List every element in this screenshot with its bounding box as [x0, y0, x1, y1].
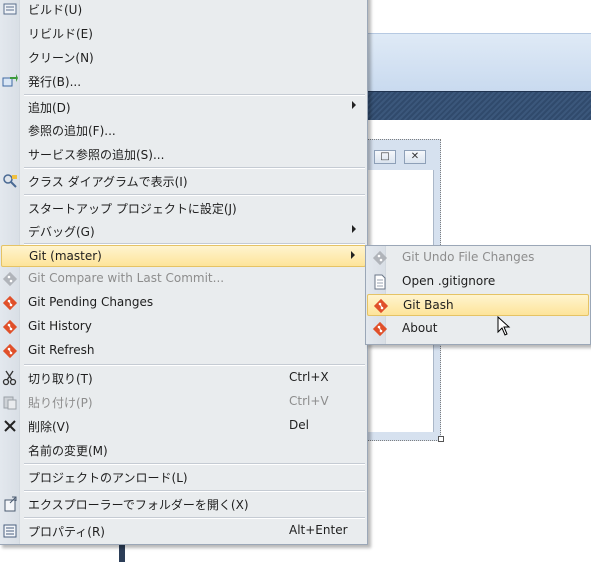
menu-item-label: リビルド(E)	[28, 27, 93, 41]
menu-item-label: Git Refresh	[28, 343, 95, 357]
git-icon	[2, 271, 18, 287]
submenu-arrow-icon	[352, 225, 356, 233]
menu-separator	[24, 167, 365, 169]
menu-item-label: デバッグ(G)	[28, 225, 95, 239]
menu-item-label: Git (master)	[29, 249, 102, 263]
git-icon	[2, 319, 18, 335]
menu-separator	[24, 463, 365, 465]
menu-item-properties[interactable]: プロパティ(R) Alt+Enter	[1, 520, 366, 542]
git-icon	[2, 343, 18, 359]
menu-item-label: 貼り付け(P)	[28, 396, 93, 410]
paste-icon	[3, 396, 17, 410]
menu-item-build[interactable]: ビルド(U)	[1, 0, 366, 20]
submenu-item-git-undo-file-changes[interactable]: Git Undo File Changes	[367, 247, 589, 269]
menu-item-label: 追加(D)	[28, 101, 71, 115]
shortcut-label: Del	[289, 418, 309, 432]
shortcut-label: Ctrl+X	[289, 370, 329, 384]
menu-item-set-startup-project[interactable]: スタートアップ プロジェクトに設定(J)	[1, 197, 366, 219]
menu-item-label: 削除(V)	[28, 420, 70, 434]
background-divider	[119, 543, 125, 562]
submenu-item-git-bash[interactable]: Git Bash	[367, 294, 589, 316]
menu-item-cut[interactable]: 切り取り(T) Ctrl+X	[1, 367, 366, 389]
menu-item-debug[interactable]: デバッグ(G)	[1, 220, 366, 242]
shortcut-label: Alt+Enter	[289, 523, 348, 537]
tab-strip-background	[366, 91, 591, 120]
class-diagram-icon	[3, 174, 17, 188]
toolbar-background	[366, 33, 591, 91]
submenu-item-open-gitignore[interactable]: Open .gitignore	[367, 271, 589, 293]
close-icon[interactable]: ✕	[404, 150, 426, 164]
properties-icon	[3, 524, 17, 538]
menu-item-paste[interactable]: 貼り付け(P) Ctrl+V	[1, 391, 366, 413]
menu-separator	[24, 364, 365, 366]
publish-icon	[2, 74, 18, 87]
menu-item-git-history[interactable]: Git History	[1, 316, 366, 338]
menu-item-label: エクスプローラーでフォルダーを開く(X)	[28, 498, 249, 512]
git-icon	[2, 295, 18, 311]
menu-item-label: Open .gitignore	[402, 274, 496, 288]
open-folder-icon	[4, 496, 17, 512]
menu-item-delete[interactable]: 削除(V) Del	[1, 415, 366, 437]
restore-icon[interactable]: □	[374, 150, 396, 164]
menu-item-git-pending-changes[interactable]: Git Pending Changes	[1, 292, 366, 314]
menu-item-add[interactable]: 追加(D)	[1, 96, 366, 118]
submenu-arrow-icon	[352, 101, 356, 109]
menu-separator	[24, 517, 365, 519]
menu-item-label: 参照の追加(F)...	[28, 124, 116, 138]
menu-item-unload-project[interactable]: プロジェクトのアンロード(L)	[1, 466, 366, 488]
menu-item-git-compare[interactable]: Git Compare with Last Commit...	[1, 268, 366, 290]
git-icon	[373, 298, 389, 314]
project-context-menu: ビルド(U) リビルド(E) クリーン(N) 発行(B)... 追加(D) 参照…	[0, 0, 368, 545]
menu-item-label: ビルド(U)	[28, 3, 83, 17]
menu-item-label: スタートアップ プロジェクトに設定(J)	[28, 202, 237, 216]
menu-item-rename[interactable]: 名前の変更(M)	[1, 439, 366, 461]
menu-item-label: 発行(B)...	[28, 75, 82, 89]
git-icon	[372, 250, 388, 266]
menu-item-git[interactable]: Git (master)	[1, 245, 366, 267]
menu-item-label: クラス ダイアグラムで表示(I)	[28, 175, 188, 189]
menu-item-label: About	[402, 321, 438, 335]
menu-separator	[24, 490, 365, 492]
menu-item-clean[interactable]: クリーン(N)	[1, 46, 366, 68]
menu-item-publish[interactable]: 発行(B)...	[1, 70, 366, 92]
menu-item-add-reference[interactable]: 参照の追加(F)...	[1, 119, 366, 141]
document-icon	[374, 274, 386, 290]
resize-handle[interactable]	[438, 436, 444, 442]
menu-item-label: 切り取り(T)	[28, 372, 93, 386]
menu-item-view-class-diagram[interactable]: クラス ダイアグラムで表示(I)	[1, 170, 366, 192]
git-submenu: Git Undo File Changes Open .gitignore Gi…	[365, 245, 591, 345]
menu-item-label: Git Undo File Changes	[402, 250, 535, 264]
menu-item-label: Git Pending Changes	[28, 295, 154, 309]
delete-icon	[4, 420, 16, 432]
submenu-arrow-icon	[351, 251, 355, 259]
menu-item-label: Git Compare with Last Commit...	[28, 271, 225, 285]
menu-item-label: クリーン(N)	[28, 51, 94, 65]
menu-item-label: サービス参照の追加(S)...	[28, 148, 165, 162]
menu-item-git-refresh[interactable]: Git Refresh	[1, 340, 366, 362]
submenu-item-about[interactable]: About	[367, 318, 589, 340]
build-icon	[3, 3, 17, 15]
menu-item-label: Git Bash	[403, 298, 454, 312]
menu-separator	[24, 194, 365, 196]
menu-item-add-service-reference[interactable]: サービス参照の追加(S)...	[1, 143, 366, 165]
menu-item-label: プロパティ(R)	[28, 525, 105, 539]
menu-item-label: 名前の変更(M)	[28, 444, 108, 458]
shortcut-label: Ctrl+V	[289, 394, 329, 408]
mouse-pointer-icon	[497, 316, 511, 336]
menu-item-label: プロジェクトのアンロード(L)	[28, 471, 188, 485]
git-icon	[372, 321, 388, 337]
menu-item-open-folder-in-explorer[interactable]: エクスプローラーでフォルダーを開く(X)	[1, 493, 366, 515]
menu-item-label: Git History	[28, 319, 92, 333]
menu-item-rebuild[interactable]: リビルド(E)	[1, 22, 366, 44]
scissors-icon	[2, 370, 17, 386]
